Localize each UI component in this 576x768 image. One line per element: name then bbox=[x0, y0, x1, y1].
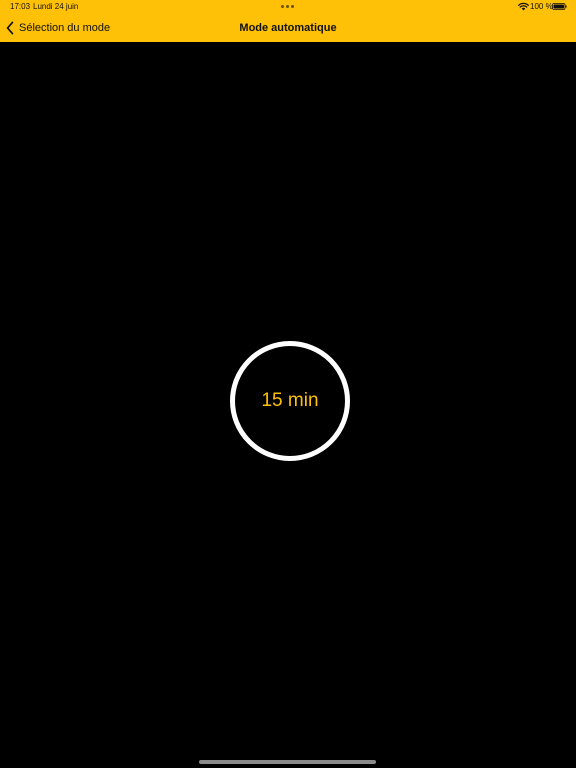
multitask-dots-icon[interactable] bbox=[281, 5, 295, 9]
home-indicator[interactable] bbox=[199, 760, 376, 764]
app-screen: 17:03 Lundi 24 juin 100 % Sélection du m… bbox=[0, 0, 576, 768]
header-bar: 17:03 Lundi 24 juin 100 % Sélection du m… bbox=[0, 0, 576, 42]
page-title: Mode automatique bbox=[239, 22, 337, 34]
status-time: 17:03 bbox=[10, 2, 31, 11]
battery-icon bbox=[552, 3, 567, 10]
wifi-icon bbox=[518, 2, 529, 11]
timer-ring[interactable]: 15 min bbox=[230, 341, 350, 461]
status-date: Lundi 24 juin bbox=[33, 2, 79, 11]
timer-duration: 15 min bbox=[261, 390, 319, 411]
battery-percentage: 100 % bbox=[530, 2, 553, 11]
